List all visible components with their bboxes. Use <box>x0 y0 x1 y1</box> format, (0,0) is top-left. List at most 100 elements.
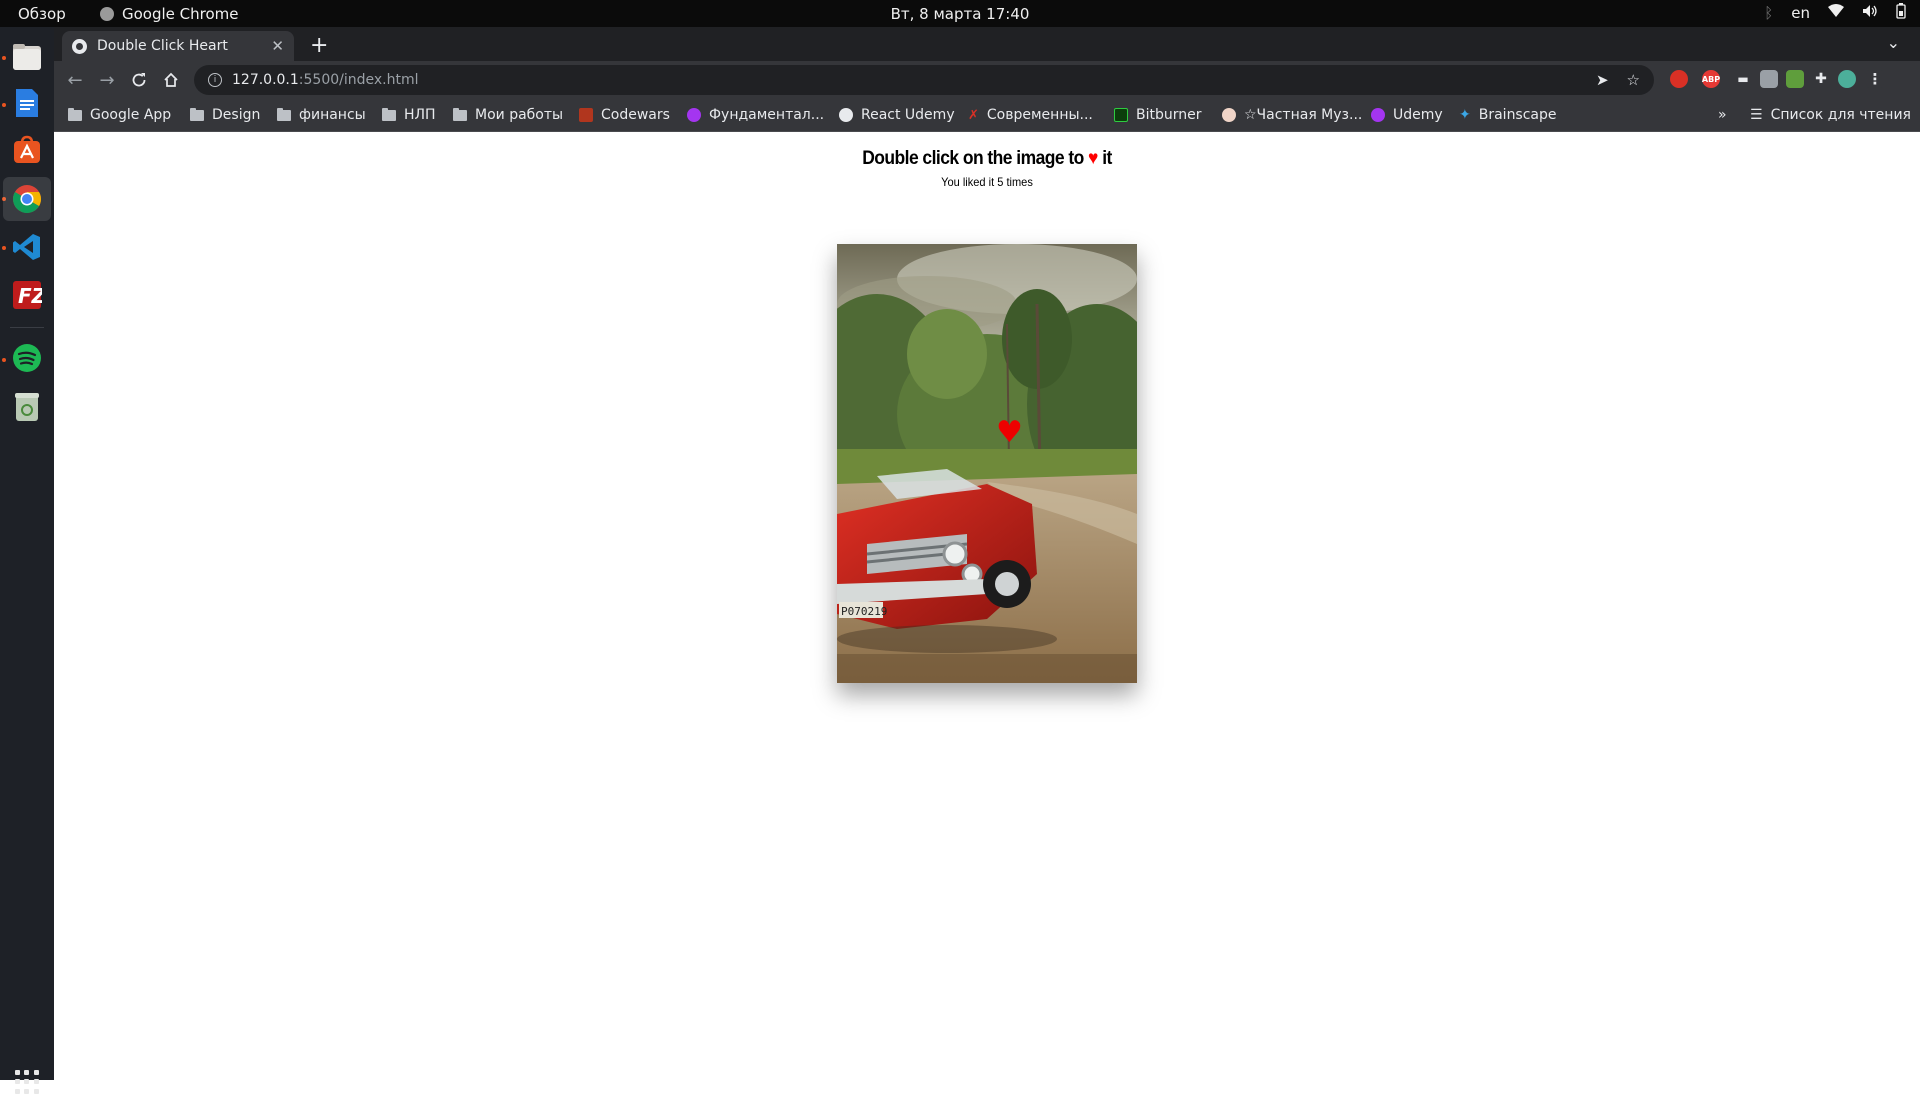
folder-icon <box>382 107 396 121</box>
tab-strip: Double Click Heart ✕ + ⌄ <box>54 27 1920 61</box>
globe-icon <box>72 38 87 54</box>
back-button[interactable]: ← <box>62 67 88 93</box>
folder-icon <box>190 107 204 121</box>
counter-value: 5 <box>997 175 1004 189</box>
reload-button[interactable] <box>126 67 152 93</box>
spotify-icon[interactable] <box>9 340 45 376</box>
forward-button[interactable]: → <box>94 67 120 93</box>
show-applications-icon[interactable] <box>15 1070 39 1094</box>
bookmark-brainscape[interactable]: ✦ Brainscape <box>1459 107 1557 123</box>
extension-grey-icon[interactable] <box>1760 70 1778 88</box>
counter-prefix: You liked it <box>941 175 995 189</box>
more-bookmarks-button[interactable]: » <box>1718 107 1727 123</box>
bookmark-label: React Udemy <box>861 107 955 123</box>
clock[interactable]: Вт, 8 марта 17:40 <box>0 5 1920 23</box>
bookmark-private-music[interactable]: ☆Частная Муз... <box>1222 107 1362 123</box>
svg-text:FZ: FZ <box>18 284 42 308</box>
udemy-icon <box>1371 108 1385 122</box>
running-indicator <box>2 246 6 250</box>
extension-abp-icon[interactable]: ABP <box>1702 70 1720 88</box>
extension-adblock-icon[interactable] <box>1670 70 1688 88</box>
bookmark-label: Мои работы <box>475 107 564 123</box>
profile-avatar[interactable] <box>1838 70 1856 88</box>
bookmark-fundamental[interactable]: Фундаментал... <box>687 107 824 123</box>
like-image[interactable]: P070219 ♥ <box>837 244 1137 683</box>
bitburner-icon <box>1114 108 1128 122</box>
site-info-icon[interactable]: i <box>208 73 222 87</box>
page-viewport: Double click on the image to ♥ it You li… <box>54 133 1920 1080</box>
folder-icon <box>277 107 291 121</box>
bookmark-google-app[interactable]: Google App <box>68 107 171 123</box>
heart-icon: ♥ <box>1088 148 1098 169</box>
dock-separator <box>10 327 44 328</box>
bookmark-star-icon[interactable]: ☆ <box>1627 71 1640 89</box>
bookmark-design[interactable]: Design <box>190 107 260 123</box>
bookmark-label: Design <box>212 107 261 123</box>
bookmark-label: Google App <box>90 107 172 123</box>
bookmark-codewars[interactable]: Codewars <box>579 107 670 123</box>
tab-title: Double Click Heart <box>97 38 228 54</box>
car-photo: P070219 <box>837 244 1137 683</box>
chevron-down-icon[interactable]: ⌄ <box>1887 33 1900 52</box>
extensions-puzzle-icon[interactable]: ✚ <box>1812 70 1830 88</box>
bookmark-label: Bitburner <box>1136 107 1202 123</box>
counter-suffix: times <box>1006 175 1033 189</box>
bookmark-udemy[interactable]: Udemy <box>1371 107 1443 123</box>
globe-icon <box>839 108 853 122</box>
bookmark-label: НЛП <box>404 107 436 123</box>
bookmark-label: Современны... <box>986 107 1093 123</box>
brainscape-icon: ✦ <box>1459 107 1471 123</box>
home-button[interactable] <box>158 67 184 93</box>
udemy-icon <box>687 108 701 122</box>
reading-list-icon: ☰ <box>1750 107 1763 123</box>
bookmark-finance[interactable]: финансы <box>277 107 366 123</box>
title-text: Double click on the image to <box>862 148 1084 169</box>
folder-icon <box>453 107 467 121</box>
bookmark-nlp[interactable]: НЛП <box>382 107 436 123</box>
url-host: 127.0.0.1 <box>232 72 299 88</box>
send-icon[interactable]: ➤ <box>1596 71 1609 89</box>
svg-text:P070219: P070219 <box>841 605 887 618</box>
avatar-icon <box>1222 108 1236 122</box>
menu-kebab-icon[interactable]: ⋮ <box>1866 70 1884 88</box>
new-tab-button[interactable]: + <box>310 33 328 58</box>
page-title: Double click on the image to ♥ it <box>129 148 1846 170</box>
chrome-window: Double Click Heart ✕ + ⌄ ← → i 127.0.0.1… <box>54 27 1920 1080</box>
x-icon: ✗ <box>968 107 979 123</box>
address-bar[interactable]: i 127.0.0.1:5500/index.html ➤ ☆ <box>194 65 1654 95</box>
trash-icon[interactable] <box>9 389 45 425</box>
software-icon[interactable] <box>9 132 45 168</box>
running-indicator <box>2 358 6 362</box>
bookmark-bitburner[interactable]: Bitburner <box>1114 107 1202 123</box>
bookmark-modern[interactable]: ✗ Современны... <box>968 107 1093 123</box>
bookmark-label: ☆Частная Муз... <box>1244 107 1363 123</box>
codewars-icon <box>579 108 593 122</box>
bluetooth-icon[interactable]: ᛒ <box>1764 4 1773 22</box>
system-tray[interactable]: ᛒ en <box>1764 3 1906 23</box>
bookmark-label: Фундаментал... <box>709 107 825 123</box>
chrome-icon[interactable] <box>3 177 51 221</box>
extension-green-icon[interactable] <box>1786 70 1804 88</box>
writer-icon[interactable] <box>9 85 45 121</box>
filezilla-icon[interactable]: FZ <box>9 277 45 313</box>
bookmarks-bar: Google App Design финансы НЛП Мои работы… <box>54 99 1920 132</box>
reading-list-button[interactable]: ☰ Список для чтения <box>1750 107 1911 123</box>
bookmark-my-works[interactable]: Мои работы <box>453 107 563 123</box>
bookmark-label: финансы <box>299 107 366 123</box>
files-icon[interactable] <box>9 39 45 75</box>
close-tab-icon[interactable]: ✕ <box>271 37 284 55</box>
toolbar: ← → i 127.0.0.1:5500/index.html ➤ ☆ ABP … <box>54 61 1920 99</box>
bookmark-react-udemy[interactable]: React Udemy <box>839 107 955 123</box>
wifi-icon[interactable] <box>1828 4 1844 22</box>
bookmark-label: Codewars <box>601 107 670 123</box>
dock: FZ <box>0 27 54 1094</box>
extension-cast-icon[interactable]: ▬ <box>1734 70 1752 88</box>
system-top-bar: Обзор Google Chrome Вт, 8 марта 17:40 ᛒ … <box>0 0 1920 27</box>
bookmark-label: Brainscape <box>1478 107 1557 123</box>
volume-icon[interactable] <box>1862 4 1878 22</box>
battery-icon[interactable] <box>1896 3 1906 23</box>
language-indicator[interactable]: en <box>1791 4 1810 22</box>
tab-active[interactable]: Double Click Heart ✕ <box>62 31 294 61</box>
bookmark-label: Udemy <box>1393 107 1443 123</box>
vscode-icon[interactable] <box>9 229 45 265</box>
